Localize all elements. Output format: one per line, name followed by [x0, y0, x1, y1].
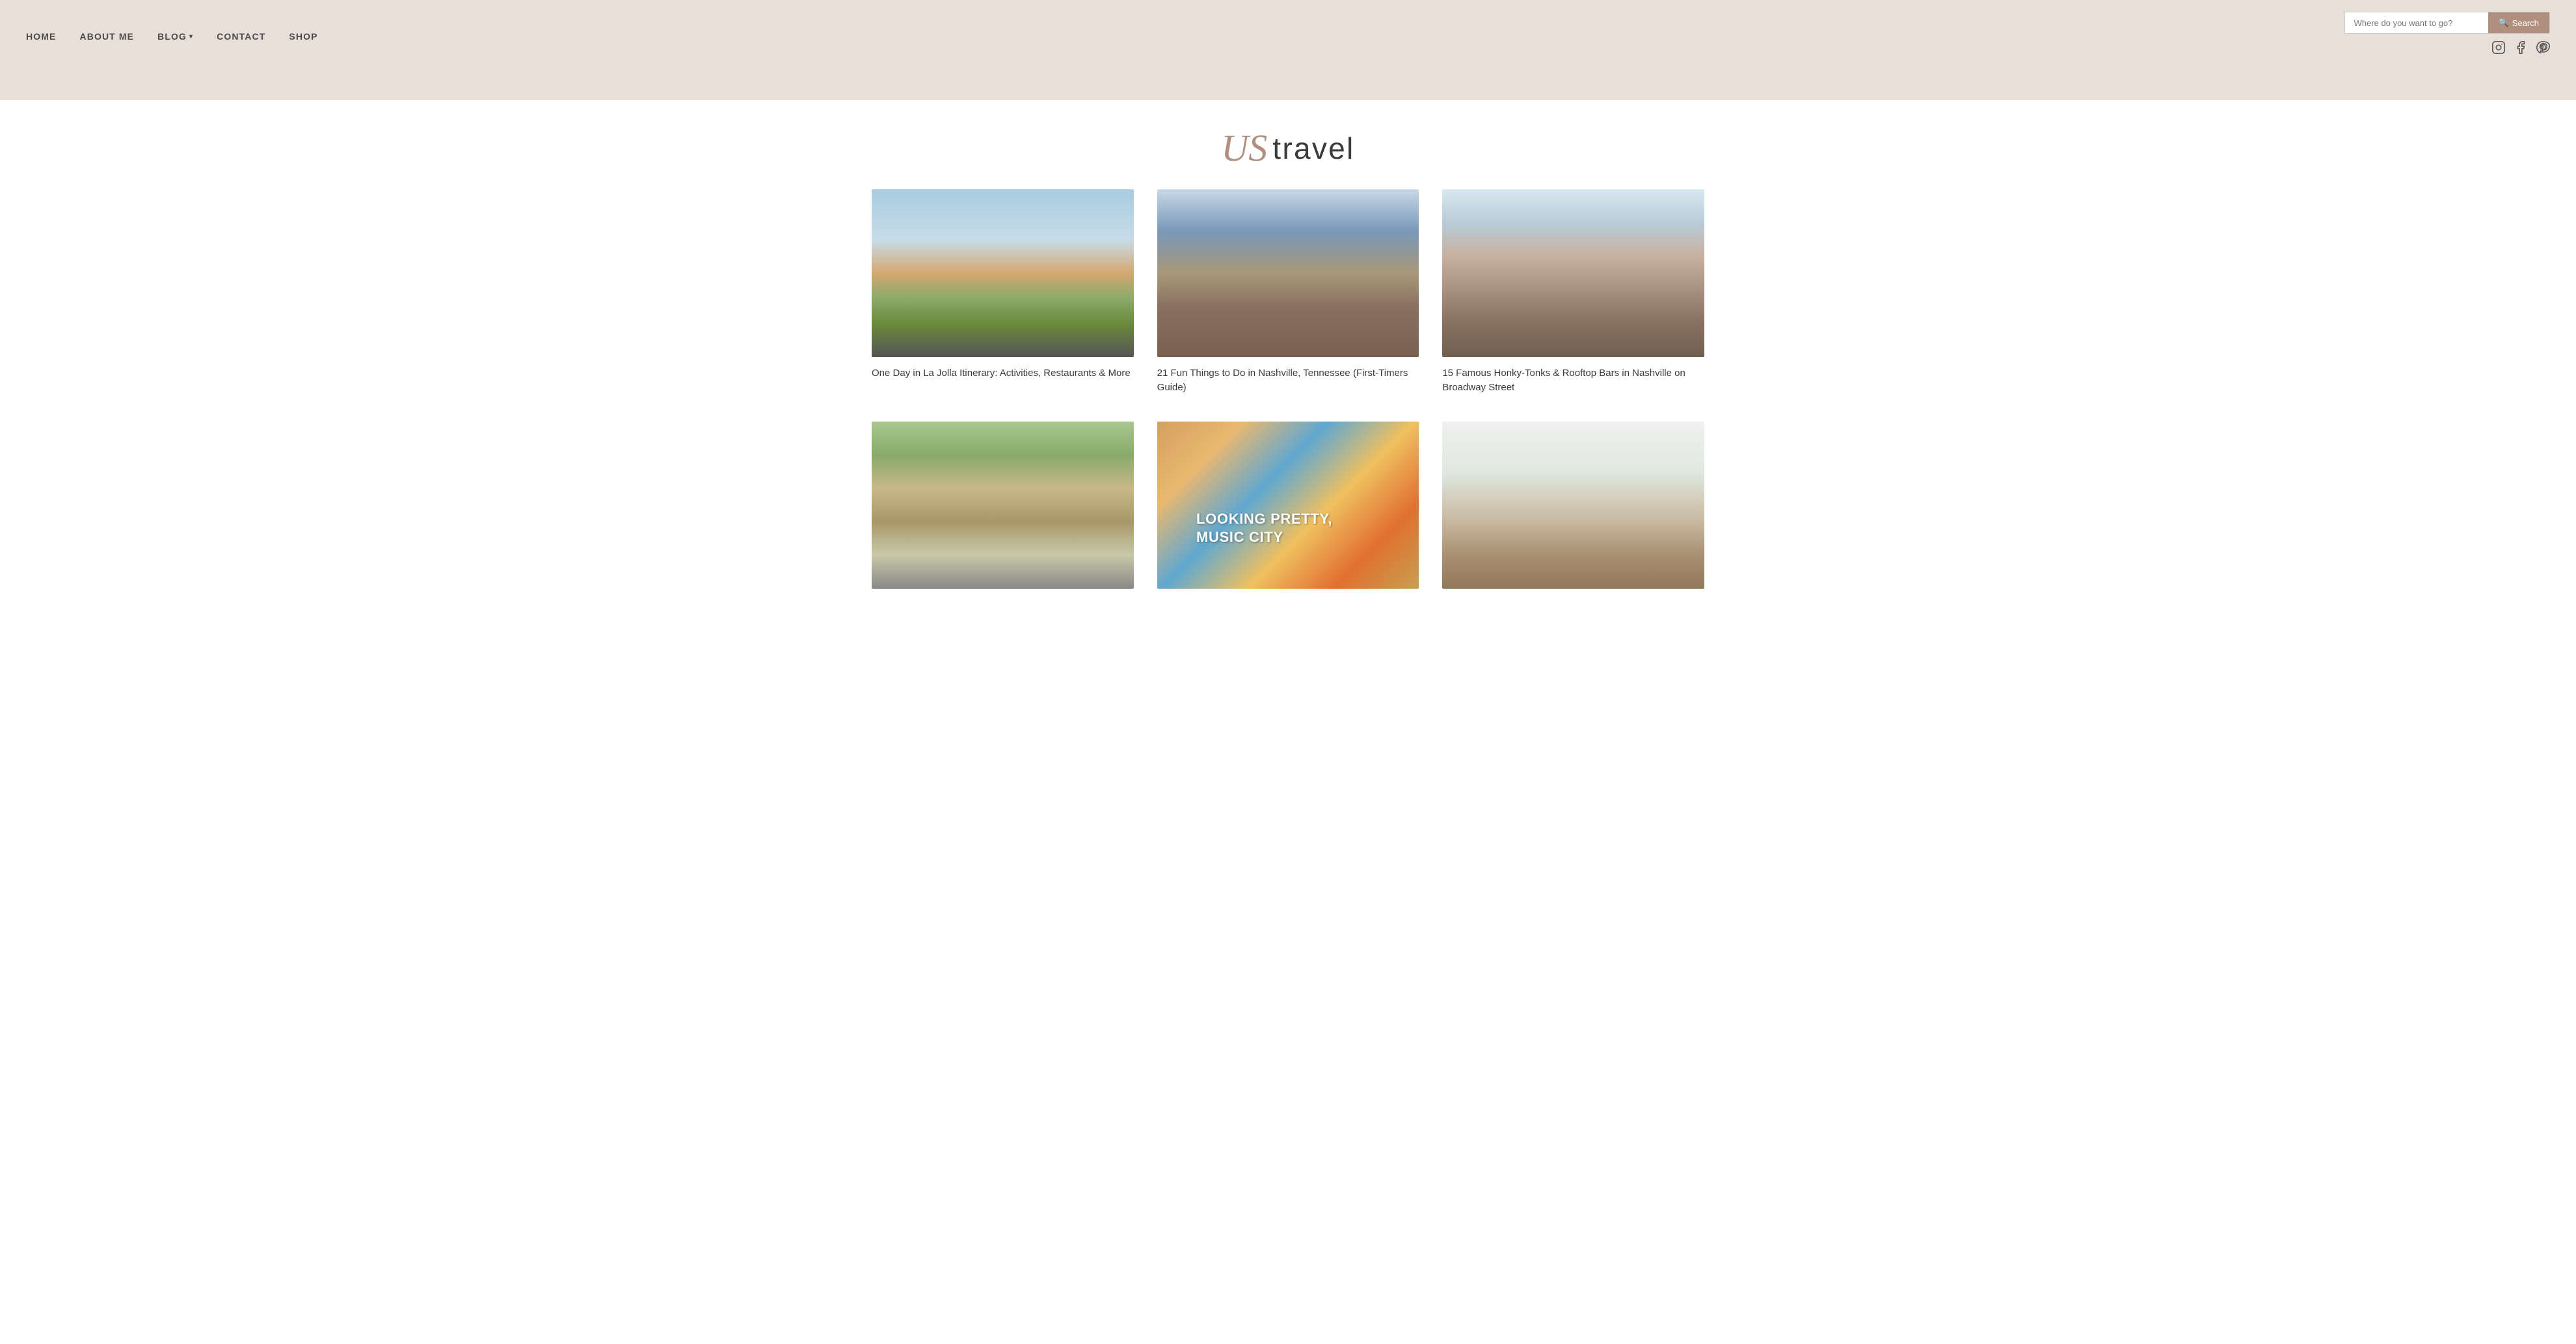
search-input[interactable]: [2345, 13, 2488, 33]
wave-separator: [0, 61, 2576, 100]
page-title: US travel: [13, 126, 2563, 170]
article-grid: One Day in La Jolla Itinerary: Activitie…: [872, 189, 1704, 598]
card-photo-nashville-fun: [1157, 189, 1419, 357]
main-nav: HOME ABOUT ME BLOG ▾ CONTACT SHOP: [26, 31, 318, 42]
title-travel: travel: [1272, 131, 1354, 166]
instagram-icon[interactable]: [2491, 40, 2506, 55]
card-photo-parthenon: [872, 422, 1134, 589]
card-title-honkytonk: 15 Famous Honky-Tonks & Rooftop Bars in …: [1442, 366, 1704, 396]
search-button[interactable]: 🔍 Search: [2488, 12, 2549, 33]
card-parthenon[interactable]: [872, 422, 1134, 598]
card-mural[interactable]: LOOKING PRETTY,MUSIC CITY: [1157, 422, 1419, 598]
card-coffee[interactable]: [1442, 422, 1704, 598]
card-image-honkytonk: [1442, 189, 1704, 357]
nav-home[interactable]: HOME: [26, 31, 56, 42]
header-right: 🔍 Search: [2344, 12, 2550, 61]
pinterest-icon[interactable]: [2536, 40, 2550, 55]
card-image-nashville-fun: [1157, 189, 1419, 357]
title-us: US: [1221, 126, 1267, 170]
card-image-parthenon: [872, 422, 1134, 589]
nav-shop[interactable]: SHOP: [289, 31, 317, 42]
card-honkytonk[interactable]: 15 Famous Honky-Tonks & Rooftop Bars in …: [1442, 189, 1704, 396]
page-title-section: US travel: [0, 100, 2576, 189]
header: HOME ABOUT ME BLOG ▾ CONTACT SHOP 🔍 Sear…: [0, 0, 2576, 61]
card-photo-la-jolla: [872, 189, 1134, 357]
card-image-coffee: [1442, 422, 1704, 589]
card-nashville-fun[interactable]: 21 Fun Things to Do in Nashville, Tennes…: [1157, 189, 1419, 396]
facebook-icon[interactable]: [2514, 40, 2528, 55]
nav-about[interactable]: ABOUT ME: [79, 31, 134, 42]
card-image-mural: LOOKING PRETTY,MUSIC CITY: [1157, 422, 1419, 589]
nav-contact[interactable]: CONTACT: [217, 31, 265, 42]
card-title-la-jolla: One Day in La Jolla Itinerary: Activitie…: [872, 366, 1134, 381]
card-photo-honkytonk: [1442, 189, 1704, 357]
search-icon: 🔍: [2499, 18, 2509, 28]
nav-blog[interactable]: BLOG ▾: [157, 31, 193, 42]
chevron-down-icon: ▾: [189, 33, 193, 40]
card-photo-mural: LOOKING PRETTY,MUSIC CITY: [1157, 422, 1419, 589]
card-photo-coffee: [1442, 422, 1704, 589]
card-title-nashville-fun: 21 Fun Things to Do in Nashville, Tennes…: [1157, 366, 1419, 396]
card-la-jolla[interactable]: One Day in La Jolla Itinerary: Activitie…: [872, 189, 1134, 396]
search-bar: 🔍 Search: [2344, 12, 2550, 34]
card-image-la-jolla: [872, 189, 1134, 357]
social-icons: [2491, 40, 2550, 61]
article-grid-container: One Day in La Jolla Itinerary: Activitie…: [833, 189, 1743, 637]
